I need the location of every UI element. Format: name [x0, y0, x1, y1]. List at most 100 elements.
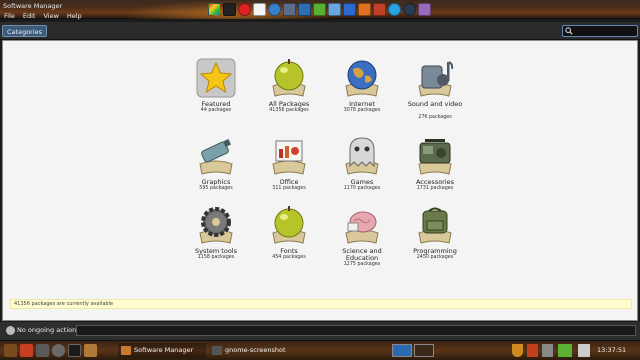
- category-system-tools[interactable]: System tools 1158 packages: [181, 203, 251, 273]
- apple-icon: [272, 206, 306, 244]
- trash-icon[interactable]: [36, 344, 49, 357]
- terminal-icon[interactable]: [223, 3, 236, 16]
- software-manager-icon: [121, 346, 131, 355]
- category-office[interactable]: Office 311 packages: [254, 134, 324, 204]
- menu-icon[interactable]: [4, 344, 17, 357]
- category-programming[interactable]: Programming 2450 packages: [400, 203, 470, 273]
- steam-icon[interactable]: [403, 3, 416, 16]
- taskbar: Software Manager gnome-screenshot 13:37:…: [0, 340, 640, 360]
- task-software-manager[interactable]: Software Manager: [118, 343, 206, 358]
- category-internet[interactable]: Internet 3078 packages: [327, 56, 397, 126]
- screen: Software Manager File Edit View Help Cat…: [0, 0, 640, 360]
- menu-edit[interactable]: Edit: [19, 12, 40, 22]
- volume-icon[interactable]: [578, 344, 590, 357]
- taskbar-launchers: [4, 344, 97, 357]
- category-accessories[interactable]: Accessories 1731 packages: [400, 134, 470, 204]
- actions-label: No ongoing actions: [17, 326, 80, 334]
- category-grid: Featured 44 packages All Packages 41356 …: [181, 56, 471, 286]
- workspace-2[interactable]: [414, 344, 434, 357]
- category-featured[interactable]: Featured 44 packages: [181, 56, 251, 126]
- star-icon: [196, 58, 236, 98]
- category-count: 595 packages: [199, 186, 233, 191]
- presentation-board-icon: [272, 140, 306, 175]
- category-games[interactable]: Games 1170 packages: [327, 134, 397, 204]
- category-label: Programming: [413, 247, 457, 255]
- camera-icon: [212, 346, 222, 355]
- globe-icon: [345, 60, 379, 97]
- category-count: 44 packages: [200, 108, 232, 113]
- package-status-bar: 41356 packages are currently available: [10, 299, 632, 309]
- category-count: 2450 packages: [416, 255, 454, 260]
- category-graphics[interactable]: Graphics 595 packages: [181, 134, 251, 204]
- category-science-and-education[interactable]: Science and Education 1275 packages: [327, 203, 397, 273]
- clock[interactable]: 13:37:51: [597, 346, 626, 354]
- update-icon[interactable]: [527, 344, 538, 357]
- radio-icon: [418, 139, 452, 175]
- category-count: 1731 packages: [416, 186, 454, 191]
- menu-view[interactable]: View: [39, 12, 62, 22]
- category-count: 311 packages: [272, 186, 306, 191]
- display-icon[interactable]: [283, 3, 296, 16]
- top-panel: Software Manager: [0, 0, 640, 19]
- gear-icon: [199, 207, 233, 244]
- category-count: 1275 packages: [343, 262, 381, 267]
- category-label: All Packages: [268, 100, 310, 108]
- search-box[interactable]: [562, 25, 638, 37]
- apple-icon: [272, 59, 306, 97]
- category-label: Fonts: [280, 247, 298, 255]
- menu-help[interactable]: Help: [63, 12, 86, 22]
- battery-icon[interactable]: [558, 344, 572, 357]
- backpack-icon: [418, 207, 452, 244]
- actions-bar: No ongoing actions: [0, 322, 640, 340]
- categories-button[interactable]: Categories: [2, 25, 48, 37]
- spreadsheet-icon[interactable]: [358, 3, 371, 16]
- category-fonts[interactable]: Fonts 454 packages: [254, 203, 324, 273]
- status-message: 41356 packages are currently available: [14, 301, 114, 307]
- search-icon: [565, 27, 573, 35]
- task-label: Software Manager: [134, 346, 194, 354]
- paint-tube-icon: [199, 139, 233, 175]
- category-count: 276 packages: [418, 115, 452, 120]
- skype-icon[interactable]: [388, 3, 401, 16]
- category-count: 1158 packages: [197, 255, 235, 260]
- category-label: Games: [350, 178, 374, 186]
- window-title: Software Manager: [3, 2, 63, 10]
- chat-icon[interactable]: [328, 3, 341, 16]
- actions-progress-area: [76, 325, 636, 336]
- workspace-switcher[interactable]: [392, 344, 412, 357]
- stop-icon[interactable]: [238, 3, 251, 16]
- globe-icon[interactable]: [268, 3, 281, 16]
- category-label: Graphics: [201, 178, 231, 186]
- network-icon[interactable]: [298, 3, 311, 16]
- category-count: 454 packages: [272, 255, 306, 260]
- writer-icon[interactable]: [343, 3, 356, 16]
- category-count: 1170 packages: [343, 186, 381, 191]
- category-label: Science and Education: [342, 247, 382, 262]
- presentation-icon[interactable]: [373, 3, 386, 16]
- network-icon[interactable]: [542, 344, 553, 357]
- search-input[interactable]: [574, 27, 636, 36]
- category-all-packages[interactable]: All Packages 41356 packages: [254, 56, 324, 126]
- document-icon[interactable]: [253, 3, 266, 16]
- shield-icon[interactable]: [512, 344, 523, 357]
- music-note-icon: [418, 61, 454, 97]
- folder-icon[interactable]: [20, 344, 33, 357]
- task-label: gnome-screenshot: [225, 346, 286, 354]
- category-label: Featured: [201, 100, 231, 108]
- category-label: System tools: [195, 247, 237, 255]
- ghost-icon: [345, 137, 379, 175]
- archive-icon[interactable]: [84, 344, 97, 357]
- pidgin-icon[interactable]: [418, 3, 431, 16]
- leaf-icon[interactable]: [313, 3, 326, 16]
- color-picker-icon[interactable]: [208, 3, 221, 16]
- menu-file[interactable]: File: [0, 12, 19, 22]
- category-label: Accessories: [415, 178, 455, 186]
- category-label: Sound and video: [407, 100, 463, 108]
- category-sound-and-video[interactable]: Sound and video 276 packages: [400, 56, 470, 126]
- terminal-icon[interactable]: [68, 344, 81, 357]
- refresh-icon[interactable]: [52, 344, 65, 357]
- task-gnome-screenshot[interactable]: gnome-screenshot: [209, 343, 319, 358]
- panel-launchers: [208, 3, 431, 16]
- category-count: 41356 packages: [269, 108, 309, 113]
- toolbar: Categories: [0, 22, 640, 40]
